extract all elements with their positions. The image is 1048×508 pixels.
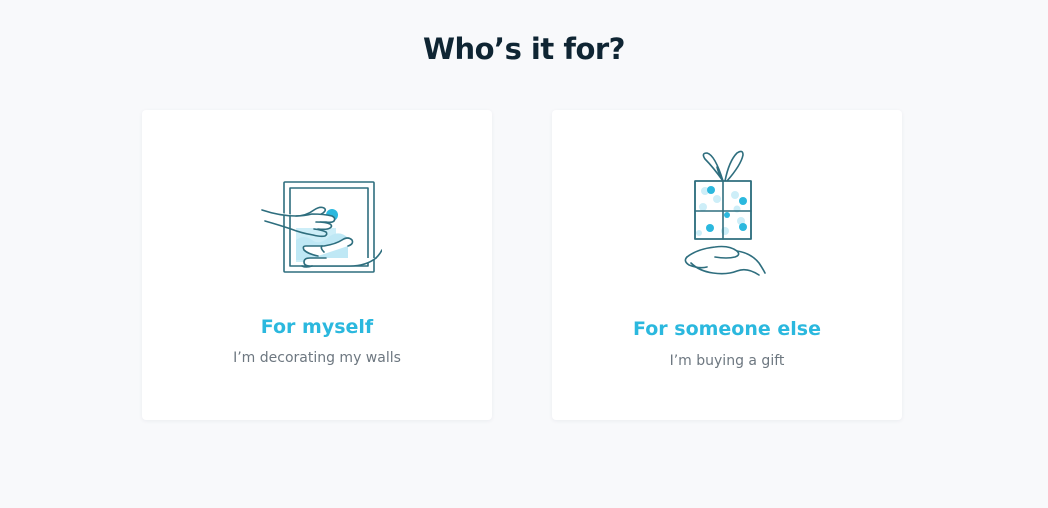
option-subtitle: I’m buying a gift (669, 353, 785, 369)
option-subtitle: I’m decorating my walls (233, 350, 401, 366)
option-label: For someone else (633, 318, 821, 340)
hand-holding-gift-icon (552, 140, 902, 290)
option-card-for-myself[interactable]: For myself I’m decorating my walls (142, 110, 492, 420)
hands-hanging-frame-icon (142, 150, 492, 300)
page-title: Who’s it for? (423, 32, 626, 66)
recipient-selection-page: Who’s it for? For myself I’m decorating … (0, 0, 1048, 508)
option-label: For myself (260, 316, 374, 338)
option-card-for-someone-else[interactable]: For someone else I’m buying a gift (552, 110, 902, 420)
